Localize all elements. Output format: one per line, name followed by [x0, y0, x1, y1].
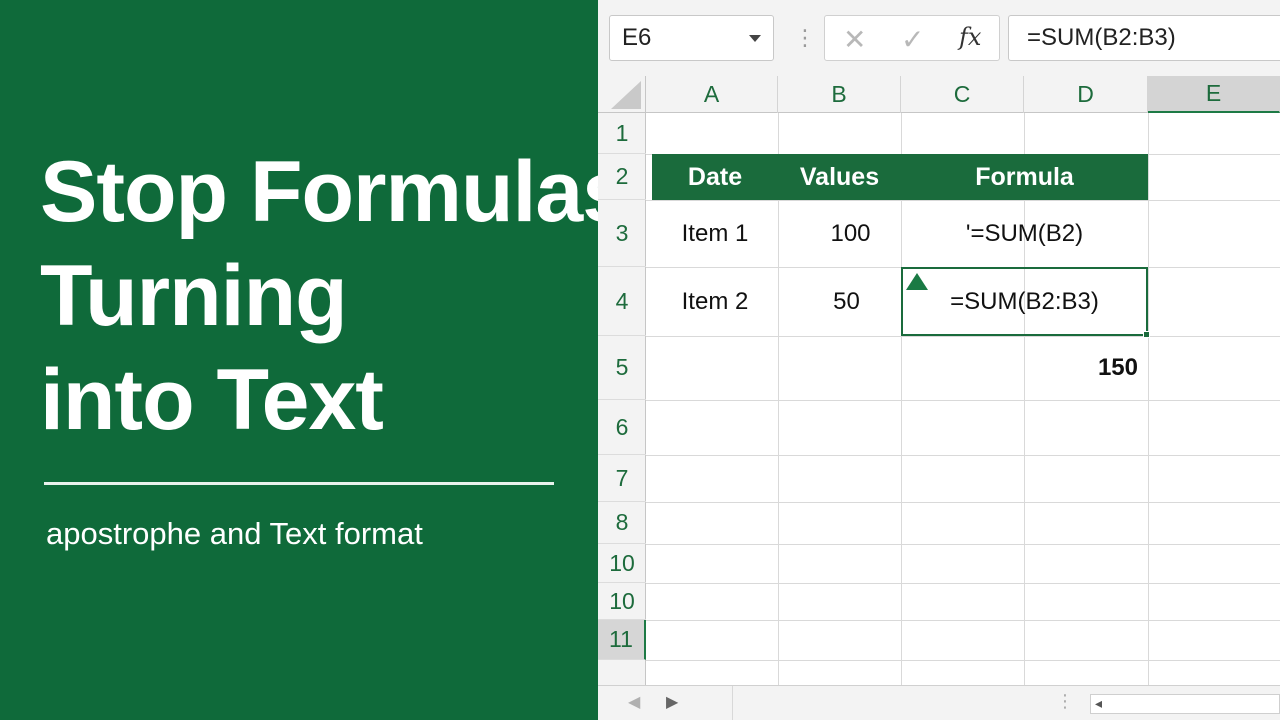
select-all-icon [611, 81, 641, 109]
row-headers: 1 2 3 4 5 6 7 8 10 10 11 [598, 113, 646, 685]
fill-handle[interactable] [1143, 331, 1150, 338]
next-sheet-icon[interactable]: ▶ [666, 692, 678, 712]
table-header-date[interactable]: Date [652, 154, 778, 200]
promo-divider [44, 482, 554, 485]
name-box[interactable]: E6 [609, 15, 774, 61]
error-indicator-icon[interactable] [906, 273, 928, 290]
row-header-9[interactable]: 10 [598, 544, 646, 583]
column-header-e[interactable]: E [1148, 76, 1280, 113]
sheet-tabs-area [732, 686, 1058, 720]
row-header-3[interactable]: 3 [598, 200, 646, 267]
row-header-8[interactable]: 8 [598, 502, 646, 544]
formula-text: =SUM(B2:B3) [1027, 24, 1176, 51]
row-header-1[interactable]: 1 [598, 113, 646, 154]
row-header-2[interactable]: 2 [598, 154, 646, 200]
column-header-a[interactable]: A [646, 76, 778, 113]
cancel-icon[interactable]: ✕ [843, 23, 866, 56]
selected-cell-outline[interactable] [901, 267, 1150, 338]
drag-handle-icon[interactable]: ⋮ [794, 24, 816, 52]
cell-a4[interactable]: Item 2 [652, 267, 778, 336]
column-header-d[interactable]: D [1024, 76, 1148, 113]
sheet-tabs-bar: ◀ ▶ ⋮ ◂ [598, 685, 1280, 720]
gridline [646, 583, 1280, 584]
cell-d5-total[interactable]: 150 [1024, 336, 1148, 400]
chevron-down-icon[interactable] [749, 35, 761, 42]
row-header-7[interactable]: 7 [598, 455, 646, 502]
column-headers: A B C D E [598, 76, 1280, 113]
gridline [646, 336, 1280, 337]
spreadsheet: E6 ⋮ ✕ ✓ fx =SUM(B2:B3) A B C D E 1 2 3 … [598, 0, 1280, 720]
split-handle-icon[interactable]: ⋮ [1056, 691, 1074, 712]
row-header-6[interactable]: 6 [598, 400, 646, 455]
gridline [646, 544, 1280, 545]
table-header-values[interactable]: Values [778, 154, 901, 200]
row-header-11[interactable]: 11 [598, 620, 646, 660]
formula-controls: ✕ ✓ fx [824, 15, 1000, 61]
column-header-c[interactable]: C [901, 76, 1024, 113]
promo-title-line-3: into Text [40, 352, 384, 448]
formula-input[interactable]: =SUM(B2:B3) [1008, 15, 1280, 61]
cell-b3[interactable]: 100 [778, 200, 901, 267]
row-header-4[interactable]: 4 [598, 267, 646, 336]
formula-bar: E6 ⋮ ✕ ✓ fx =SUM(B2:B3) [598, 0, 1280, 76]
select-all-button[interactable] [598, 76, 646, 113]
name-box-value: E6 [622, 24, 652, 51]
cell-a3[interactable]: Item 1 [652, 200, 778, 267]
scroll-left-icon[interactable]: ◂ [1095, 695, 1102, 712]
table-header-formula[interactable]: Formula [901, 154, 1148, 200]
cell-b4[interactable]: 50 [778, 267, 901, 336]
gridline [646, 620, 1280, 621]
promo-title-line-2: Turning [40, 248, 348, 344]
promo-title-line-1: Stop Formulas [40, 144, 630, 240]
gridline [646, 660, 1280, 661]
gridline [646, 455, 1280, 456]
gridline [646, 400, 1280, 401]
prev-sheet-icon[interactable]: ◀ [628, 692, 640, 712]
enter-icon[interactable]: ✓ [901, 23, 924, 56]
row-header-5[interactable]: 5 [598, 336, 646, 400]
promo-panel: Stop Formulas Turning into Text apostrop… [0, 0, 630, 720]
horizontal-scrollbar[interactable]: ◂ [1090, 694, 1280, 714]
promo-subtitle: apostrophe and Text format [46, 516, 423, 551]
insert-function-icon[interactable]: fx [959, 23, 981, 51]
row-header-10[interactable]: 10 [598, 583, 646, 620]
column-header-b[interactable]: B [778, 76, 901, 113]
promo-title: Stop Formulas Turning into Text [40, 140, 630, 452]
cell-c3[interactable]: '=SUM(B2) [901, 200, 1148, 267]
gridline [646, 502, 1280, 503]
gridline [1148, 113, 1149, 685]
